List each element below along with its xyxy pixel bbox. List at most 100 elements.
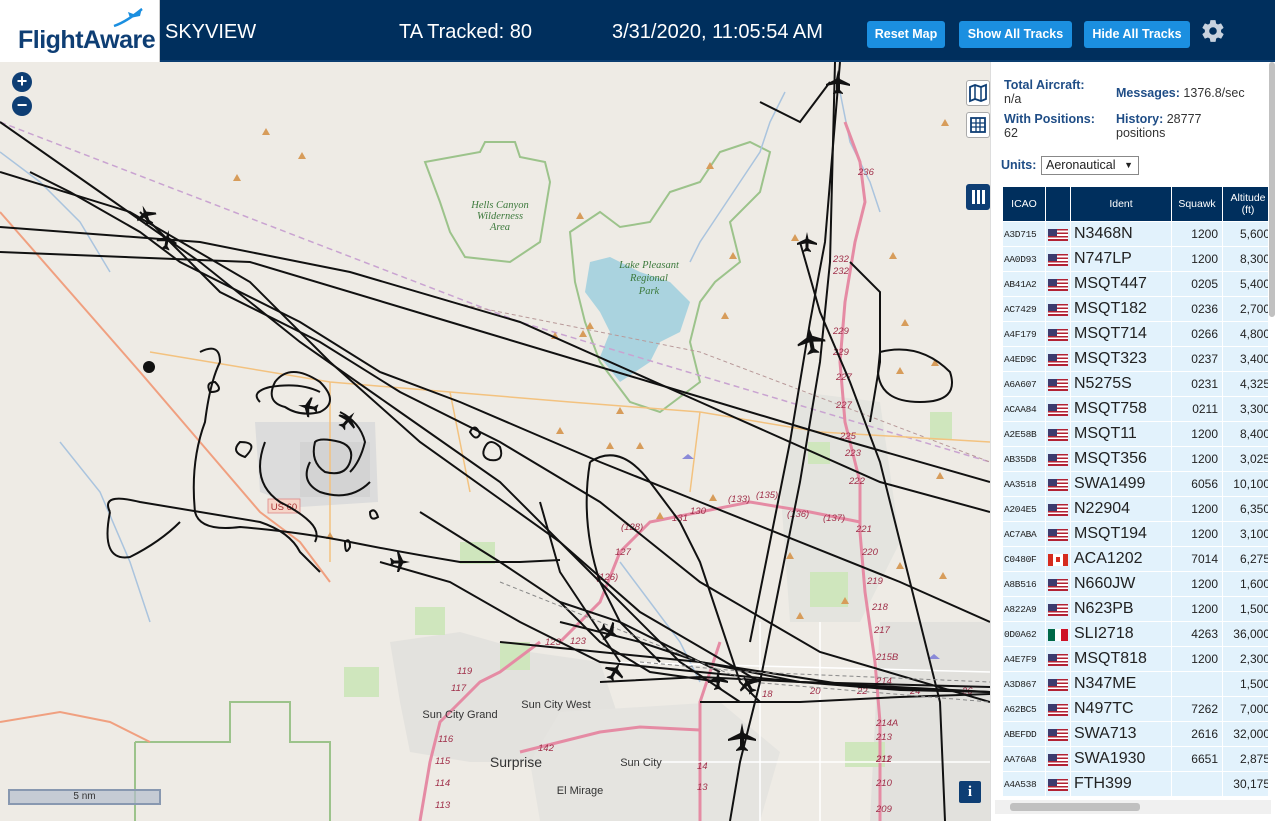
cell-flag — [1046, 647, 1070, 671]
zoom-out-button[interactable]: − — [12, 96, 32, 116]
cell-flag — [1046, 497, 1070, 521]
info-button[interactable]: i — [959, 781, 981, 803]
skyview-app: FlightAware SKYVIEW TA Tracked: 80 3/31/… — [0, 0, 1275, 821]
country-flag-icon — [1048, 703, 1068, 716]
col-icao[interactable]: ICAO — [1003, 187, 1045, 221]
country-flag-icon — [1048, 528, 1068, 541]
svg-text:114: 114 — [435, 778, 450, 789]
salmon-road — [0, 211, 331, 583]
cell-altitude: 2,300 — [1223, 647, 1268, 671]
country-flag-icon — [1048, 278, 1068, 291]
col-altitude[interactable]: Altitude (ft) — [1223, 187, 1268, 221]
table-row[interactable]: AC7ABA MSQT194 1200 3,100 — [1003, 522, 1268, 546]
table-row[interactable]: 0D0A62 SLI2718 4263 36,000 — [1003, 622, 1268, 646]
table-row[interactable]: AA0D93 N747LP 1200 8,300 — [1003, 247, 1268, 271]
country-flag-icon — [1048, 653, 1068, 666]
cell-squawk: 4263 — [1172, 622, 1222, 646]
cell-ident: MSQT323 — [1071, 347, 1171, 371]
cell-ident: N22904 — [1071, 497, 1171, 521]
total-aircraft-stat: Total Aircraft: n/a — [1004, 78, 1085, 106]
toggle-panel-button[interactable] — [966, 184, 990, 210]
table-row[interactable]: A822A9 N623PB 1200 1,500 — [1003, 597, 1268, 621]
table-row[interactable]: AB35D8 MSQT356 1200 3,025 — [1003, 447, 1268, 471]
cell-ident: N623PB — [1071, 597, 1171, 621]
cell-flag — [1046, 572, 1070, 596]
table-row[interactable]: A204E5 N22904 1200 6,350 — [1003, 497, 1268, 521]
table-row[interactable]: A62BC5 N497TC 7262 7,000 — [1003, 697, 1268, 721]
show-all-tracks-button[interactable]: Show All Tracks — [959, 21, 1072, 48]
table-row[interactable]: AB41A2 MSQT447 0205 5,400 — [1003, 272, 1268, 296]
cell-altitude: 6,350 — [1223, 497, 1268, 521]
table-row[interactable]: A6A607 N5275S 0231 4,325 — [1003, 372, 1268, 396]
cell-ident: SWA713 — [1071, 722, 1171, 746]
cell-squawk: 0205 — [1172, 272, 1222, 296]
svg-text:115: 115 — [435, 756, 451, 767]
col-squawk[interactable]: Squawk — [1172, 187, 1222, 221]
grid-overlay-button[interactable] — [966, 112, 990, 138]
flightaware-logo[interactable]: FlightAware — [0, 0, 160, 62]
country-flag-icon — [1048, 753, 1068, 766]
aircraft-table-container[interactable]: ICAO Ident Squawk Altitude (ft) A3D715 N34… — [1002, 186, 1268, 800]
cell-flag — [1046, 422, 1070, 446]
cell-flag — [1046, 272, 1070, 296]
country-flag-icon — [1048, 228, 1068, 241]
table-row[interactable]: A4A538 FTH399 30,175 — [1003, 772, 1268, 796]
cell-ident: ACA1202 — [1071, 547, 1171, 571]
table-row[interactable]: AC7429 MSQT182 0236 2,700 — [1003, 297, 1268, 321]
scrollbar-thumb[interactable] — [1269, 62, 1275, 317]
cell-altitude: 7,000 — [1223, 697, 1268, 721]
rivers — [0, 91, 881, 683]
table-row[interactable]: A3D715 N3468N 1200 5,600 — [1003, 222, 1268, 246]
reset-map-button[interactable]: Reset Map — [867, 21, 945, 48]
zoom-in-button[interactable]: + — [12, 72, 32, 92]
svg-text:227: 227 — [835, 400, 853, 411]
cell-altitude: 1,500 — [1223, 672, 1268, 696]
units-dropdown[interactable]: Aeronautical ▼ — [1041, 156, 1139, 175]
country-flag-icon — [1048, 603, 1068, 616]
table-row[interactable]: ABEFDD SWA713 2616 32,000 — [1003, 722, 1268, 746]
cell-altitude: 32,000 — [1223, 722, 1268, 746]
svg-text:119: 119 — [457, 666, 473, 677]
table-row[interactable]: A4ED9C MSQT323 0237 3,400 — [1003, 347, 1268, 371]
aircraft-panel: Total Aircraft: n/a With Positions: 62 Mes… — [990, 62, 1275, 821]
table-row[interactable]: A8B516 N660JW 1200 1,600 — [1003, 572, 1268, 596]
cell-flag — [1046, 672, 1070, 696]
table-row[interactable]: C0480F ACA1202 7014 6,275 — [1003, 547, 1268, 571]
cell-icao: AA76A8 — [1003, 747, 1045, 771]
col-ident[interactable]: Ident — [1071, 187, 1171, 221]
cell-icao: A8B516 — [1003, 572, 1045, 596]
cell-squawk: 1200 — [1172, 597, 1222, 621]
cell-squawk: 0266 — [1172, 322, 1222, 346]
cell-squawk: 1200 — [1172, 497, 1222, 521]
panel-horizontal-scrollbar[interactable] — [995, 800, 1271, 814]
map-icon — [969, 83, 987, 103]
gear-icon[interactable] — [1200, 18, 1226, 44]
country-flag-icon — [1048, 503, 1068, 516]
map-canvas[interactable]: Hells Canyon Wilderness Area Lake Pleasa… — [0, 62, 990, 821]
table-row[interactable]: AA3518 SWA1499 6056 10,100 — [1003, 472, 1268, 496]
hide-all-tracks-button[interactable]: Hide All Tracks — [1084, 21, 1190, 48]
country-flag-icon — [1048, 353, 1068, 366]
cell-icao: AB41A2 — [1003, 272, 1045, 296]
selected-aircraft-marker — [143, 361, 155, 373]
panel-vertical-scrollbar[interactable] — [1268, 62, 1275, 362]
cell-icao: AA0D93 — [1003, 247, 1045, 271]
history-stat: History: 28777 positions — [1116, 112, 1202, 140]
col-flag[interactable] — [1046, 187, 1070, 221]
map-base-layer: Hells Canyon Wilderness Area Lake Pleasa… — [0, 62, 990, 821]
table-row[interactable]: A3D867 N347ME 1,500 — [1003, 672, 1268, 696]
table-row[interactable]: A4E7F9 MSQT818 1200 2,300 — [1003, 647, 1268, 671]
tracked-count: TA Tracked: 80 — [399, 21, 533, 43]
scrollbar-thumb[interactable] — [1010, 803, 1140, 811]
cell-squawk: 7014 — [1172, 547, 1222, 571]
table-row[interactable]: ACAA84 MSQT758 0211 3,300 — [1003, 397, 1268, 421]
cell-icao: AA3518 — [1003, 472, 1045, 496]
table-row[interactable]: AA76A8 SWA1930 6651 2,875 — [1003, 747, 1268, 771]
map-layers-button[interactable] — [966, 80, 990, 106]
svg-text:213: 213 — [875, 732, 893, 743]
table-row[interactable]: A4F179 MSQT714 0266 4,800 — [1003, 322, 1268, 346]
table-header-row: ICAO Ident Squawk Altitude (ft) — [1003, 187, 1268, 221]
cell-icao: ABEFDD — [1003, 722, 1045, 746]
table-row[interactable]: A2E58B MSQT11 1200 8,400 — [1003, 422, 1268, 446]
cell-flag — [1046, 247, 1070, 271]
